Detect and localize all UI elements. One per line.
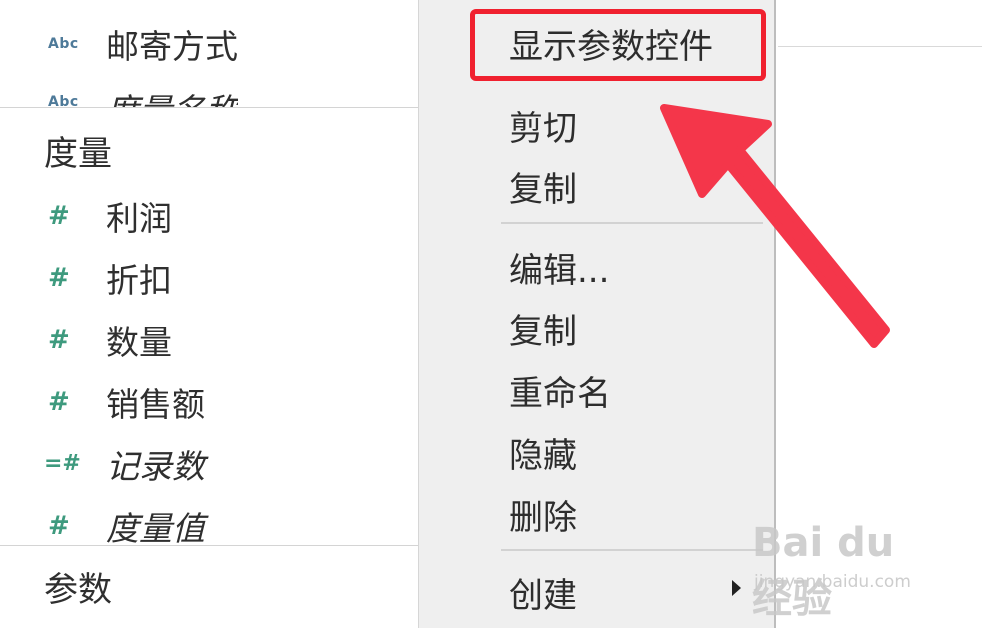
annotation-highlight-box [470, 9, 766, 81]
measure-label: 销售额 [106, 385, 205, 424]
watermark-url: jingyan.baidu.com [754, 572, 911, 592]
menu-item-cut[interactable]: 剪切 [509, 101, 577, 150]
menu-item-create[interactable]: 创建 [509, 568, 577, 617]
menu-item-hide[interactable]: 隐藏 [509, 428, 577, 477]
measure-row[interactable]: # 利润 [0, 196, 172, 238]
number-type-icon: # [48, 511, 70, 541]
menu-item-rename[interactable]: 重命名 [509, 366, 611, 415]
number-type-icon: # [48, 263, 70, 293]
measure-label: 折扣 [106, 261, 172, 300]
measure-row[interactable]: # 数量 [0, 320, 172, 362]
dimension-label: 度量名称 [106, 82, 238, 108]
measure-row[interactable]: =# 记录数 [0, 444, 205, 486]
watermark: Bai du 经验 jingyan.baidu.com [752, 520, 932, 622]
section-divider [0, 545, 418, 546]
measure-row[interactable]: # 度量值 [0, 506, 205, 548]
string-type-icon: Abc [48, 94, 79, 108]
submenu-arrow-icon [732, 580, 741, 596]
measures-section-title: 度量 [44, 134, 112, 174]
number-type-icon: # [48, 201, 70, 231]
menu-item-copy[interactable]: 复制 [509, 162, 577, 211]
section-divider [0, 107, 418, 108]
field-row-partial-top[interactable]: Abc [0, 0, 117, 14]
calculated-number-type-icon: =# [44, 451, 81, 476]
menu-item-duplicate[interactable]: 复制 [509, 304, 577, 353]
string-type-icon: Abc [0, 0, 106, 2]
dimension-label: 邮寄方式 [106, 27, 238, 66]
menu-item-delete[interactable]: 删除 [509, 490, 577, 539]
measure-label: 利润 [106, 199, 172, 238]
field-label [106, 0, 117, 14]
data-pane: Abc Abc 邮寄方式 Abc 度量名称 度量 # 利润 # 折扣 # 数量 … [0, 0, 418, 620]
number-type-icon: # [48, 325, 70, 355]
parameters-section-title: 参数 [44, 570, 112, 610]
dimension-row-measure-names[interactable]: Abc 度量名称 [0, 82, 238, 108]
menu-item-edit[interactable]: 编辑... [509, 243, 609, 292]
measure-label: 记录数 [106, 447, 205, 486]
measure-label: 度量值 [106, 509, 205, 548]
string-type-icon: Abc [48, 36, 79, 52]
measure-row[interactable]: # 销售额 [0, 382, 205, 424]
measure-row[interactable]: # 折扣 [0, 258, 172, 300]
measure-label: 数量 [106, 323, 172, 362]
dimension-row-shipping-mode[interactable]: Abc 邮寄方式 [0, 24, 238, 66]
view-divider [778, 46, 982, 47]
annotation-arrow-icon [660, 104, 890, 348]
menu-separator [501, 549, 763, 551]
number-type-icon: # [48, 387, 70, 417]
